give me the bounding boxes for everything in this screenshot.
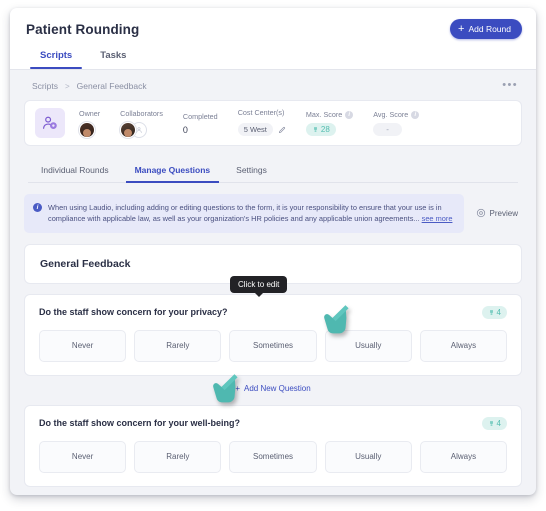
question-header: Do the staff show concern for your priva… <box>39 305 507 319</box>
tab-individual-rounds-label: Individual Rounds <box>41 165 109 175</box>
eye-icon <box>476 209 485 218</box>
see-more-link[interactable]: see more <box>422 214 453 223</box>
general-feedback-card[interactable]: General Feedback Click to edit <box>24 243 522 297</box>
plus-icon: + <box>458 22 465 35</box>
question-options: Never Rarely Sometimes Usually Always <box>39 329 508 362</box>
general-feedback-title: General Feedback <box>40 257 131 270</box>
page-title: Patient Rounding <box>26 22 140 37</box>
meta-value-completed: 0 <box>182 124 188 135</box>
meta-label-max-score-text: Max. Score <box>305 110 343 119</box>
option-usually[interactable]: Usually <box>324 440 412 473</box>
compliance-banner-body: When using Laudio, including adding or e… <box>48 203 442 224</box>
add-round-label: Add Round <box>468 24 511 34</box>
breadcrumb-item-general-feedback[interactable]: General Feedback <box>77 81 147 91</box>
question-score-badge: 4 <box>481 416 507 430</box>
breadcrumb-item-scripts[interactable]: Scripts <box>32 81 58 91</box>
question-header: Do the staff show concern for your well-… <box>39 416 507 430</box>
preview-button-label: Preview <box>489 208 518 218</box>
info-icon: i <box>33 203 42 212</box>
meta-field-avg-score: Avg. Score i - <box>373 110 420 136</box>
meta-field-owner: Owner <box>79 109 100 138</box>
breadcrumb: Scripts > General Feedback ••• <box>24 70 522 100</box>
avatar-collaborator[interactable] <box>120 121 137 138</box>
plus-icon: + <box>235 383 240 393</box>
tab-scripts-label: Scripts <box>40 50 73 61</box>
compliance-banner-row: i When using Laudio, including adding or… <box>24 194 522 233</box>
avatar-group-collaborators[interactable] <box>120 121 148 138</box>
meta-value-cost-center: 5 West <box>237 123 273 136</box>
question-score-badge: 4 <box>481 305 507 319</box>
meta-field-collaborators: Collaborators <box>120 109 163 138</box>
option-rarely[interactable]: Rarely <box>134 440 222 473</box>
meta-label-avg-score: Avg. Score i <box>373 110 420 119</box>
tab-tasks-label: Tasks <box>100 50 127 61</box>
info-icon-max-score[interactable]: i <box>345 110 354 119</box>
compliance-banner-text: When using Laudio, including adding or e… <box>48 202 454 225</box>
option-sometimes[interactable]: Sometimes <box>229 440 317 473</box>
tab-individual-rounds[interactable]: Individual Rounds <box>28 159 122 182</box>
pencil-edit-icon[interactable] <box>278 121 286 139</box>
compliance-banner: i When using Laudio, including adding or… <box>24 194 464 233</box>
tab-manage-questions[interactable]: Manage Questions <box>122 159 224 183</box>
meta-label-cost-center: Cost Center(s) <box>237 107 285 117</box>
question-score-value: 4 <box>496 418 501 428</box>
meta-label-avg-score-text: Avg. Score <box>373 110 409 119</box>
meta-max-score-number: 28 <box>320 125 330 134</box>
info-icon-avg-score[interactable]: i <box>411 110 420 119</box>
meta-label-owner: Owner <box>79 108 101 118</box>
option-usually[interactable]: Usually <box>324 329 412 362</box>
tab-tasks[interactable]: Tasks <box>86 50 140 69</box>
click-to-edit-tooltip: Click to edit <box>230 275 288 297</box>
meta-value-max-score: 28 <box>305 123 336 136</box>
user-badge-icon <box>35 108 65 138</box>
script-meta-card: Owner Collaborators Completed 0 Cost Cen… <box>24 100 522 146</box>
option-never[interactable]: Never <box>39 329 127 362</box>
question-card[interactable]: Do the staff show concern for your priva… <box>24 293 522 376</box>
add-round-button[interactable]: + Add Round <box>450 19 522 39</box>
app-header: Patient Rounding + Add Round Scripts Tas… <box>10 8 536 70</box>
option-never[interactable]: Never <box>39 440 127 473</box>
option-rarely[interactable]: Rarely <box>134 329 222 362</box>
top-tabs: Scripts Tasks <box>26 50 140 69</box>
tab-settings[interactable]: Settings <box>223 159 280 182</box>
meta-label-collaborators: Collaborators <box>120 108 163 118</box>
meta-value-avg-score: - <box>373 123 402 136</box>
question-options: Never Rarely Sometimes Usually Always <box>39 440 508 473</box>
option-always[interactable]: Always <box>419 329 508 362</box>
add-question-row: + Add New Question <box>24 374 522 403</box>
option-sometimes[interactable]: Sometimes <box>229 329 317 362</box>
question-card[interactable]: Do the staff show concern for your well-… <box>24 404 522 487</box>
app-body: Scripts > General Feedback ••• Owner Col… <box>10 70 536 487</box>
meta-field-max-score: Max. Score i 28 <box>305 110 354 136</box>
award-icon <box>489 310 493 315</box>
preview-button[interactable]: Preview <box>472 204 522 222</box>
question-text: Do the staff show concern for your priva… <box>39 307 228 318</box>
section-tabs: Individual Rounds Manage Questions Setti… <box>28 159 518 183</box>
question-score-value: 4 <box>496 307 501 317</box>
chevron-right-icon: > <box>64 81 70 91</box>
tab-manage-questions-label: Manage Questions <box>134 165 211 175</box>
meta-label-max-score: Max. Score i <box>305 110 354 119</box>
overflow-menu-icon[interactable]: ••• <box>502 79 518 91</box>
meta-field-cost-center: Cost Center(s) 5 West <box>237 107 286 139</box>
award-icon <box>313 127 317 132</box>
add-new-question-button[interactable]: + Add New Question <box>235 384 310 393</box>
meta-label-completed: Completed <box>182 111 218 121</box>
avatar-owner[interactable] <box>79 121 95 138</box>
app-window: Patient Rounding + Add Round Scripts Tas… <box>10 8 536 495</box>
add-new-question-label: Add New Question <box>243 383 311 393</box>
meta-field-completed: Completed 0 <box>183 112 218 135</box>
question-text: Do the staff show concern for your well-… <box>39 418 241 429</box>
tab-scripts[interactable]: Scripts <box>26 50 86 69</box>
tab-settings-label: Settings <box>236 165 267 175</box>
award-icon <box>489 421 493 426</box>
option-always[interactable]: Always <box>419 440 508 473</box>
